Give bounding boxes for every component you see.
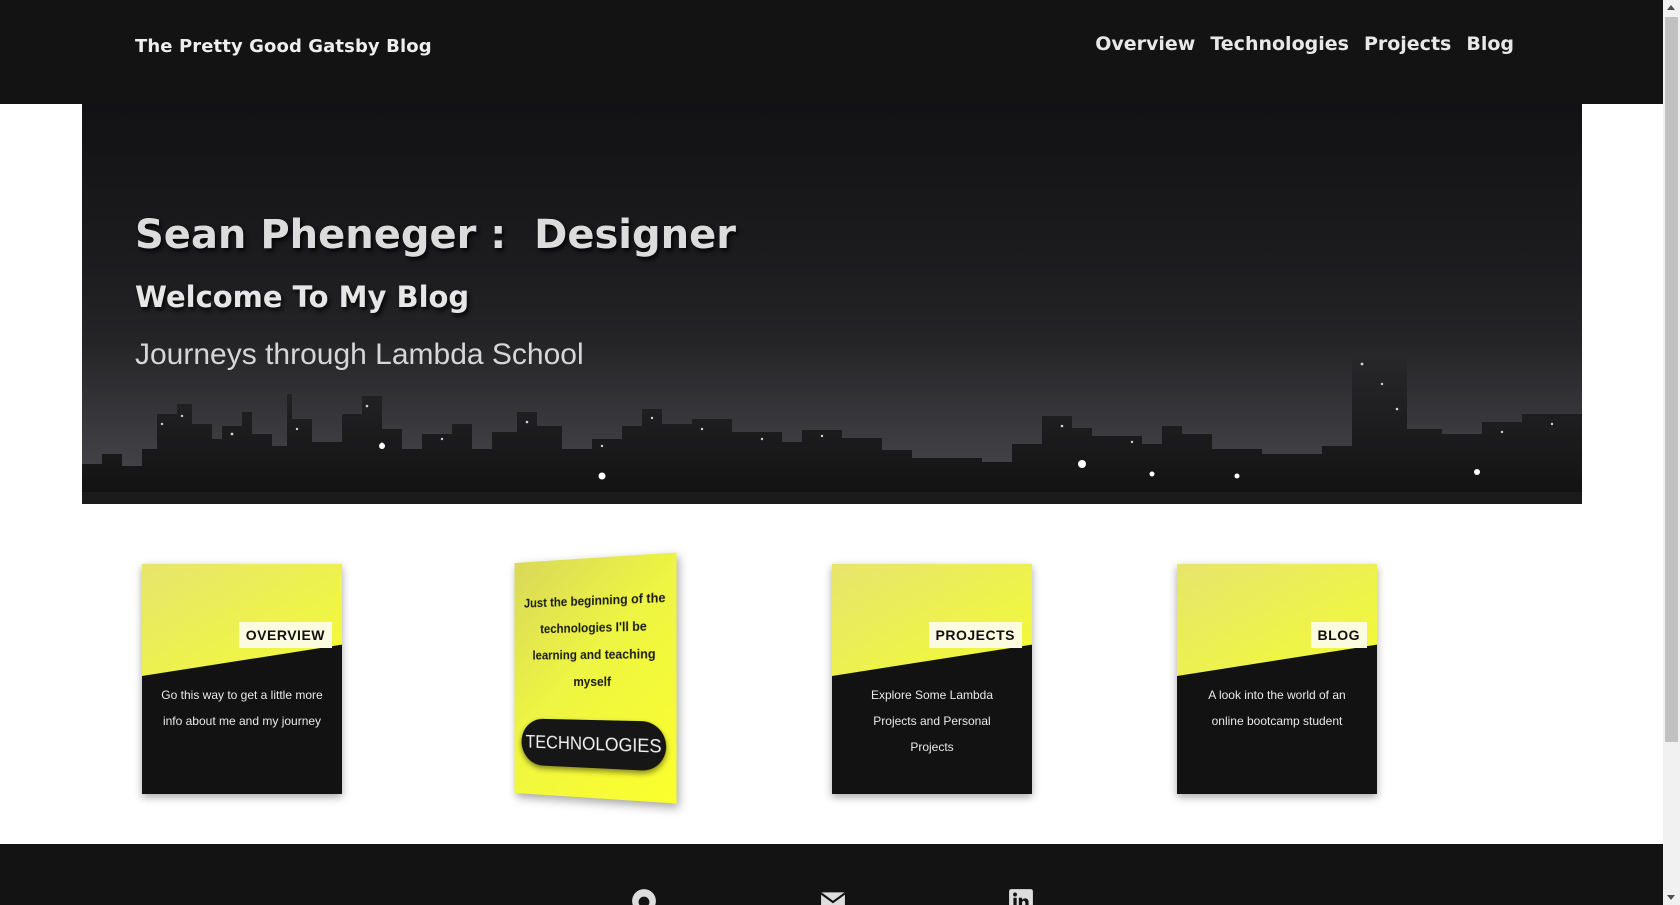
page: The Pretty Good Gatsby Blog Overview Tec…: [0, 0, 1663, 905]
technologies-button[interactable]: TECHNOLOGIES: [521, 718, 667, 772]
nav-overview[interactable]: Overview: [1095, 33, 1195, 55]
card-accent: [142, 564, 342, 676]
card-blog[interactable]: BLOG A look into the world of an online …: [1177, 564, 1377, 794]
card-technologies[interactable]: Just the beginning of the technologies I…: [514, 552, 677, 804]
card-projects[interactable]: PROJECTS Explore Some Lambda Projects an…: [832, 564, 1032, 794]
vertical-scrollbar[interactable]: [1663, 0, 1680, 905]
scrollbar-thumb[interactable]: [1665, 17, 1678, 742]
main-nav: Overview Technologies Projects Blog: [1095, 33, 1514, 55]
card-blog-label[interactable]: BLOG: [1310, 622, 1367, 648]
card-overview-text: Go this way to get a little more info ab…: [161, 688, 323, 728]
hero-title: Sean Pheneger : Designer: [135, 212, 736, 258]
card-technologies-text: Just the beginning of the technologies I…: [523, 590, 666, 690]
site-brand[interactable]: The Pretty Good Gatsby Blog: [135, 36, 432, 57]
card-accent: [832, 564, 1032, 676]
site-header: The Pretty Good Gatsby Blog Overview Tec…: [0, 0, 1663, 104]
card-overview[interactable]: OVERVIEW Go this way to get a little mor…: [142, 564, 342, 794]
card-accent: [1177, 564, 1377, 676]
scroll-up-arrow-icon[interactable]: [1667, 5, 1675, 10]
hero-banner: Sean Pheneger : Designer Welcome To My B…: [82, 104, 1582, 504]
card-overview-label[interactable]: OVERVIEW: [238, 622, 332, 648]
site-footer: [0, 844, 1663, 905]
scroll-down-arrow-icon[interactable]: [1667, 895, 1675, 900]
card-projects-text: Explore Some Lambda Projects and Persona…: [870, 688, 994, 754]
hero-subtitle: Welcome To My Blog: [135, 280, 470, 314]
nav-projects[interactable]: Projects: [1364, 33, 1451, 55]
linkedin-icon[interactable]: [1008, 888, 1034, 905]
city-skyline-image: [82, 354, 1582, 504]
hero-tagline: Journeys through Lambda School: [135, 338, 584, 371]
github-icon[interactable]: [631, 888, 657, 905]
nav-blog[interactable]: Blog: [1466, 33, 1514, 55]
card-blog-text: A look into the world of an online bootc…: [1208, 688, 1346, 728]
card-projects-label[interactable]: PROJECTS: [928, 622, 1022, 648]
nav-technologies[interactable]: Technologies: [1210, 33, 1349, 55]
email-icon[interactable]: [820, 888, 846, 905]
